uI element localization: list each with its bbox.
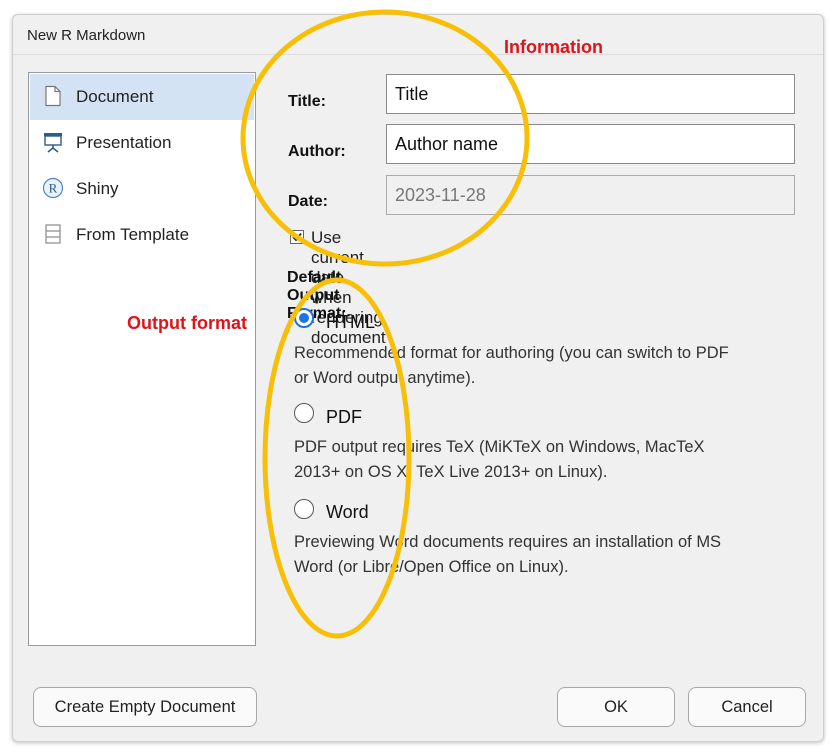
sidebar-item-label: From Template [76,225,190,244]
sidebar-item-document[interactable]: Document [30,74,254,120]
shiny-r-icon: R [42,177,64,199]
word-option-desc-line2: Word (or Libre/Open Office on Linux). [294,558,569,576]
word-option-label[interactable]: Word [326,502,369,523]
html-option-desc-line1: Recommended format for authoring (you ca… [294,344,729,362]
information-annotation-label: Information [504,37,603,57]
author-label: Author: [288,143,346,160]
sidebar-item-presentation[interactable]: Presentation [30,120,254,166]
date-label: Date: [288,193,329,210]
document-type-list: Document Presentation R Shiny From Templ… [28,72,256,646]
new-r-markdown-dialog: New R Markdown Document Presentation R S… [12,14,824,742]
presentation-icon [44,133,62,153]
svg-text:R: R [49,181,58,196]
pdf-option-desc-line1: PDF output requires TeX (MiKTeX on Windo… [294,438,705,456]
word-radio[interactable] [294,499,314,519]
document-icon [45,85,61,107]
date-input [386,175,795,215]
sidebar-item-label: Shiny [76,179,119,198]
template-icon [45,224,61,244]
sidebar-item-shiny[interactable]: R Shiny [30,166,254,212]
word-option-desc-line1: Previewing Word documents requires an in… [294,533,722,551]
pdf-option-label[interactable]: PDF [326,407,362,428]
pdf-option-desc-line2: 2013+ on OS X, TeX Live 2013+ on Linux). [294,463,608,481]
html-radio[interactable] [294,308,314,328]
use-current-date-checkbox[interactable] [290,230,304,244]
pdf-radio[interactable] [294,403,314,423]
html-option-desc-line2: or Word output anytime). [294,369,476,387]
sidebar-item-label: Presentation [76,133,172,152]
author-input[interactable] [386,124,795,164]
ok-button[interactable]: OK [557,687,675,727]
sidebar-item-label: Document [76,87,154,106]
dialog-title: New R Markdown [27,27,146,44]
html-option-label[interactable]: HTML [326,312,375,333]
dialog-titlebar: New R Markdown [13,15,823,55]
create-empty-document-button[interactable]: Create Empty Document [33,687,257,727]
cancel-button[interactable]: Cancel [688,687,806,727]
title-input[interactable] [386,74,795,114]
sidebar-item-from-template[interactable]: From Template [30,212,254,258]
checkmark-icon [292,232,302,242]
title-label: Title: [288,93,326,110]
output-format-annotation-label: Output format [127,313,247,333]
